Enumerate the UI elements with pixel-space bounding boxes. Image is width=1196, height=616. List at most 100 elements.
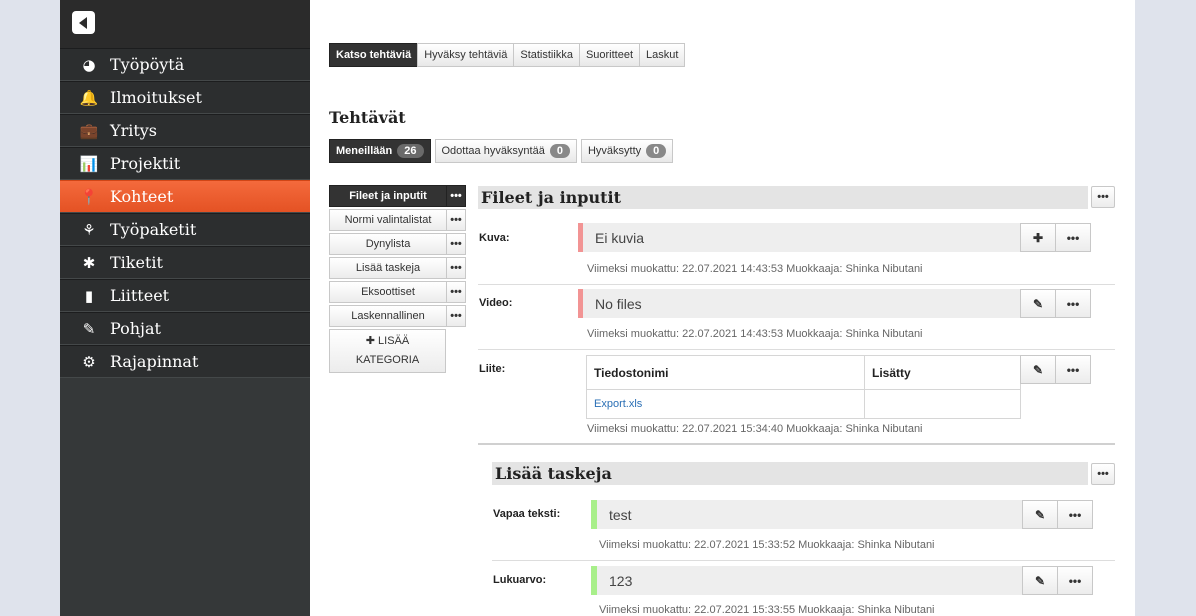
attachment-added bbox=[865, 390, 1020, 418]
liite-actions: ✎ ••• bbox=[1020, 355, 1091, 384]
collapse-sidebar-icon[interactable] bbox=[72, 11, 95, 34]
section-options-button[interactable]: ••• bbox=[1091, 186, 1115, 208]
bell-icon: 🔔 bbox=[79, 88, 99, 107]
sidebar-item-label: Kohteet bbox=[110, 187, 174, 206]
vapaa-actions: ✎ ••• bbox=[1022, 500, 1093, 529]
attachments-table: Tiedostonimi Lisätty Export.xls bbox=[586, 355, 1021, 419]
sidebar-item-label: Pohjat bbox=[110, 319, 161, 338]
category-button[interactable]: Eksoottiset bbox=[329, 281, 447, 303]
more-icon[interactable]: ••• bbox=[447, 305, 466, 327]
field-value-kuva: Ei kuvia bbox=[578, 223, 1021, 252]
status-count-badge: 0 bbox=[549, 144, 570, 158]
more-icon[interactable]: ••• bbox=[447, 257, 466, 279]
category-item: Fileet ja inputit ••• bbox=[329, 185, 466, 207]
edit-lukuarvo-button[interactable]: ✎ bbox=[1022, 566, 1058, 595]
top-tabs: Katso tehtäviä Hyväksy tehtäviä Statisti… bbox=[329, 43, 686, 67]
table-header: Tiedostonimi Lisätty bbox=[587, 356, 1020, 390]
sidebar-item-liitteet[interactable]: ▮ Liitteet bbox=[60, 279, 310, 312]
sidebar-logo[interactable] bbox=[60, 0, 310, 48]
main-panel: Katso tehtäviä Hyväksy tehtäviä Statisti… bbox=[310, 0, 1135, 616]
add-category-label-2: KATEGORIA bbox=[355, 354, 420, 366]
status-count-badge: 0 bbox=[646, 144, 667, 158]
status-tab-hyvaksytty[interactable]: Hyväksytty 0 bbox=[580, 139, 674, 163]
video-actions: ✎ ••• bbox=[1020, 289, 1091, 318]
kuva-meta: Viimeksi muokattu: 22.07.2021 14:43:53 M… bbox=[587, 263, 923, 275]
edit-icon: ✎ bbox=[1032, 296, 1044, 311]
section-title-lisaa-taskeja: Lisää taskeja bbox=[492, 462, 1088, 485]
status-tab-label: Odottaa hyväksyntää bbox=[441, 145, 545, 157]
status-count-badge: 26 bbox=[397, 144, 424, 158]
edit-video-button[interactable]: ✎ bbox=[1020, 289, 1056, 318]
vapaa-meta: Viimeksi muokattu: 22.07.2021 15:33:52 M… bbox=[599, 539, 935, 551]
sidebar-item-työpaketit[interactable]: ⚘ Työpaketit bbox=[60, 213, 310, 246]
tab-laskut[interactable]: Laskut bbox=[639, 43, 686, 67]
sidebar-item-label: Projektit bbox=[110, 154, 181, 173]
more-icon: ••• bbox=[1097, 468, 1109, 480]
add-category-button[interactable]: ✚ LISÄÄ KATEGORIA bbox=[329, 329, 446, 373]
plus-icon: ✚ bbox=[1032, 230, 1044, 245]
sidebar-item-rajapinnat[interactable]: ⚙ Rajapinnat bbox=[60, 345, 310, 378]
more-icon[interactable]: ••• bbox=[447, 233, 466, 255]
more-icon: ••• bbox=[1068, 573, 1082, 588]
add-image-button[interactable]: ✚ bbox=[1020, 223, 1056, 252]
map-marker-icon: 📍 bbox=[79, 187, 99, 206]
category-list: Fileet ja inputit ••• Normi valintalistat •… bbox=[329, 185, 466, 373]
sidebar-item-projektit[interactable]: 📊 Projektit bbox=[60, 147, 310, 180]
tab-katso-tehtavia[interactable]: Katso tehtäviä bbox=[329, 43, 419, 67]
vapaa-more-button[interactable]: ••• bbox=[1057, 500, 1093, 529]
more-icon[interactable]: ••• bbox=[447, 281, 466, 303]
sidebar: ◕ Työpöytä 🔔 Ilmoitukset 💼 Yritys 📊 Projektit 📍 K… bbox=[60, 0, 310, 616]
page-title: Tehtävät bbox=[329, 108, 406, 127]
kuva-more-button[interactable]: ••• bbox=[1055, 223, 1091, 252]
more-icon: ••• bbox=[1066, 362, 1080, 377]
category-button[interactable]: Dynylista bbox=[329, 233, 447, 255]
sidebar-item-pohjat[interactable]: ✎ Pohjat bbox=[60, 312, 310, 345]
sidebar-item-kohteet[interactable]: 📍 Kohteet bbox=[60, 180, 310, 213]
video-more-button[interactable]: ••• bbox=[1055, 289, 1091, 318]
field-label-video: Video: bbox=[479, 297, 513, 309]
attachment-link[interactable]: Export.xls bbox=[587, 390, 865, 418]
category-button[interactable]: Fileet ja inputit bbox=[329, 185, 447, 207]
tab-statistiikka[interactable]: Statistiikka bbox=[513, 43, 580, 67]
more-icon: ••• bbox=[1097, 191, 1109, 203]
sidebar-item-label: Tiketit bbox=[110, 253, 163, 272]
edit-icon: ✎ bbox=[1032, 362, 1044, 377]
status-tab-meneillaan[interactable]: Meneillään 26 bbox=[329, 139, 431, 163]
field-value-video: No files bbox=[578, 289, 1021, 318]
status-tab-odottaa[interactable]: Odottaa hyväksyntää 0 bbox=[434, 139, 577, 163]
cogs-icon: ⚙ bbox=[82, 352, 96, 371]
category-button[interactable]: Normi valintalistat bbox=[329, 209, 447, 231]
category-button[interactable]: Lisää taskeja bbox=[329, 257, 447, 279]
tab-hyvaksy-tehtavia[interactable]: Hyväksy tehtäviä bbox=[417, 43, 515, 67]
sidebar-item-label: Työpaketit bbox=[110, 220, 197, 239]
bar-chart-icon: 📊 bbox=[79, 154, 99, 173]
section-title-fileet: Fileet ja inputit bbox=[478, 186, 1088, 209]
category-button[interactable]: Laskennallinen bbox=[329, 305, 447, 327]
add-category-label: LISÄÄ bbox=[378, 335, 410, 348]
category-item: Normi valintalistat ••• bbox=[329, 209, 466, 231]
sidebar-item-yritys[interactable]: 💼 Yritys bbox=[60, 114, 310, 147]
sidebar-item-työpöytä[interactable]: ◕ Työpöytä bbox=[60, 48, 310, 81]
sidebar-item-label: Työpöytä bbox=[110, 55, 185, 74]
divider bbox=[492, 560, 1115, 561]
section-options-button[interactable]: ••• bbox=[1091, 463, 1115, 485]
field-value-lukuarvo: 123 bbox=[591, 566, 1023, 595]
sitemap-icon: ⚘ bbox=[82, 220, 96, 239]
field-label-lukuarvo: Lukuarvo: bbox=[493, 574, 547, 586]
column-header-added: Lisätty bbox=[872, 365, 911, 380]
more-icon[interactable]: ••• bbox=[447, 185, 466, 207]
status-tab-label: Hyväksytty bbox=[587, 145, 642, 157]
field-label-liite: Liite: bbox=[479, 363, 506, 375]
kuva-actions: ✚ ••• bbox=[1020, 223, 1091, 252]
sidebar-item-tiketit[interactable]: ✱ Tiketit bbox=[60, 246, 310, 279]
more-icon[interactable]: ••• bbox=[447, 209, 466, 231]
liite-more-button[interactable]: ••• bbox=[1055, 355, 1091, 384]
lukuarvo-more-button[interactable]: ••• bbox=[1057, 566, 1093, 595]
sidebar-item-label: Ilmoitukset bbox=[110, 88, 202, 107]
lukuarvo-meta: Viimeksi muokattu: 22.07.2021 15:33:55 M… bbox=[599, 604, 935, 616]
edit-attachment-button[interactable]: ✎ bbox=[1020, 355, 1056, 384]
edit-vapaa-button[interactable]: ✎ bbox=[1022, 500, 1058, 529]
tab-suoritteet[interactable]: Suoritteet bbox=[578, 43, 641, 67]
video-meta: Viimeksi muokattu: 22.07.2021 14:43:53 M… bbox=[587, 328, 923, 340]
sidebar-item-ilmoitukset[interactable]: 🔔 Ilmoitukset bbox=[60, 81, 310, 114]
